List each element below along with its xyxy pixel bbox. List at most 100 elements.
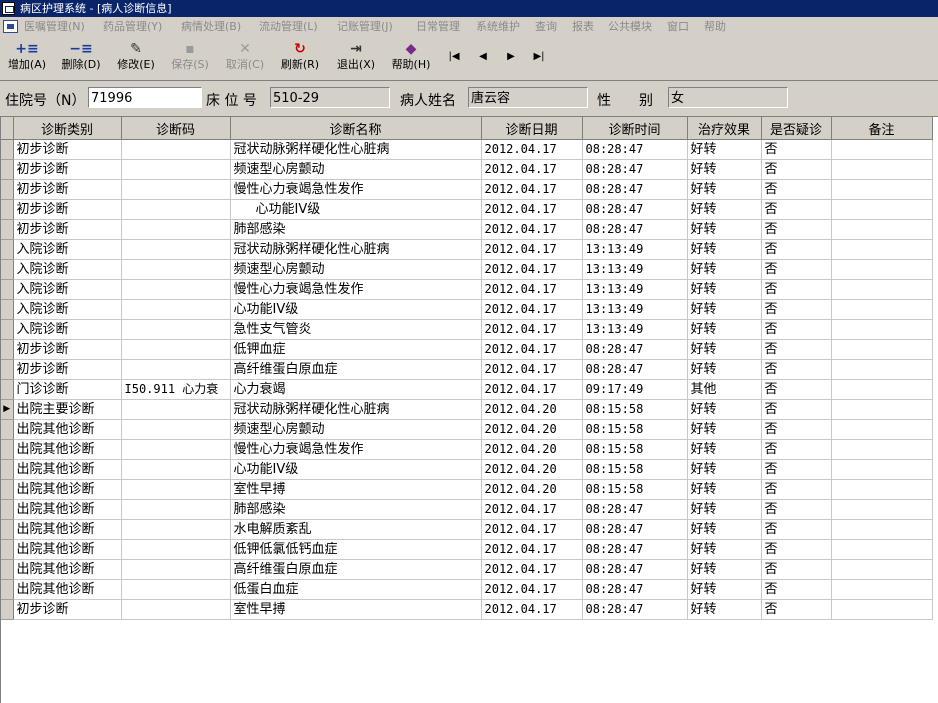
table-cell[interactable]: 初步诊断 [13,179,122,200]
table-cell[interactable] [121,279,231,300]
table-cell[interactable]: 出院其他诊断 [13,499,122,520]
menu-query[interactable]: 查询 [535,18,557,35]
table-cell[interactable]: 好转 [687,499,762,520]
save-button[interactable]: ▪ 保存(S) [165,40,215,76]
row-indicator[interactable] [1,599,14,620]
table-cell[interactable]: 频速型心房颤动 [230,419,482,440]
table-cell[interactable] [831,299,933,320]
table-cell[interactable]: 否 [761,439,832,460]
table-cell[interactable]: 低蛋白血症 [230,579,482,600]
table-cell[interactable] [121,399,231,420]
table-row[interactable]: 初步诊断 冠状动脉粥样硬化性心脏病 2012.04.17 08:28:47 好转否 [1,139,933,160]
table-cell[interactable]: 否 [761,139,832,160]
table-cell[interactable]: 否 [761,519,832,540]
row-indicator[interactable] [1,339,14,360]
row-indicator[interactable] [1,239,14,260]
menu-public-module[interactable]: 公共模块 [608,18,652,35]
table-cell[interactable]: 08:15:58 [582,439,688,460]
row-indicator[interactable] [1,259,14,280]
table-cell[interactable]: 好转 [687,259,762,280]
table-cell[interactable]: 好转 [687,299,762,320]
table-cell[interactable]: 好转 [687,239,762,260]
help-button[interactable]: ◆ 帮助(H) [386,40,436,76]
table-row[interactable]: ▶ 出院主要诊断 冠状动脉粥样硬化性心脏病 2012.04.20 08:15:58 好转否 [1,399,933,420]
table-cell[interactable]: 高纤维蛋白原血症 [230,359,482,380]
table-cell[interactable]: 好转 [687,559,762,580]
table-cell[interactable] [121,499,231,520]
table-row[interactable]: 入院诊断 急性支气管炎 2012.04.17 13:13:49 好转否 [1,319,933,340]
table-cell[interactable]: 否 [761,319,832,340]
menu-system-maintenance[interactable]: 系统维护 [476,18,520,35]
table-cell[interactable] [121,259,231,280]
row-indicator[interactable] [1,219,14,240]
table-cell[interactable]: 否 [761,559,832,580]
table-cell[interactable] [121,539,231,560]
table-cell[interactable]: 否 [761,279,832,300]
table-cell[interactable]: 否 [761,299,832,320]
row-indicator[interactable] [1,359,14,380]
table-cell[interactable]: 好转 [687,519,762,540]
table-row[interactable]: 初步诊断 低钾血症 2012.04.17 08:28:47 好转否 [1,339,933,360]
table-row[interactable]: 初步诊断 频速型心房颤动 2012.04.17 08:28:47 好转否 [1,159,933,180]
table-cell[interactable] [831,159,933,180]
previous-record-icon[interactable]: ◀ [475,49,491,65]
table-cell[interactable] [831,419,933,440]
table-row[interactable]: 初步诊断 室性早搏 2012.04.17 08:28:47 好转否 [1,599,933,620]
table-cell[interactable]: 2012.04.17 [481,319,583,340]
table-row[interactable]: 出院其他诊断 低蛋白血症 2012.04.17 08:28:47 好转否 [1,579,933,600]
table-cell[interactable]: 出院其他诊断 [13,519,122,540]
table-cell[interactable]: 初步诊断 [13,359,122,380]
table-cell[interactable] [121,199,231,220]
table-cell[interactable]: 好转 [687,539,762,560]
table-cell[interactable]: 好转 [687,439,762,460]
table-cell[interactable]: 慢性心力衰竭急性发作 [230,179,482,200]
table-cell[interactable]: 2012.04.17 [481,379,583,400]
table-cell[interactable]: 08:28:47 [582,599,688,620]
table-row[interactable]: 入院诊断 冠状动脉粥样硬化性心脏病 2012.04.17 13:13:49 好转否 [1,239,933,260]
table-cell[interactable] [831,219,933,240]
table-cell[interactable]: 2012.04.17 [481,159,583,180]
table-cell[interactable]: 频速型心房颤动 [230,259,482,280]
column-header[interactable]: 诊断码 [121,117,231,140]
row-indicator[interactable] [1,319,14,340]
table-cell[interactable] [831,599,933,620]
table-cell[interactable]: 否 [761,399,832,420]
row-indicator[interactable] [1,519,14,540]
table-cell[interactable]: 冠状动脉粥样硬化性心脏病 [230,239,482,260]
first-record-icon[interactable]: |◀ [446,49,462,65]
table-row[interactable]: 初步诊断 心功能IV级 2012.04.17 08:28:47 好转否 [1,199,933,220]
row-indicator[interactable] [1,139,14,160]
row-indicator[interactable] [1,279,14,300]
table-cell[interactable]: 08:28:47 [582,499,688,520]
row-indicator[interactable] [1,419,14,440]
table-cell[interactable]: 好转 [687,319,762,340]
table-cell[interactable]: 入院诊断 [13,259,122,280]
table-cell[interactable]: 13:13:49 [582,259,688,280]
row-indicator[interactable] [1,299,14,320]
table-cell[interactable] [831,539,933,560]
table-cell[interactable]: 否 [761,379,832,400]
table-cell[interactable]: 08:28:47 [582,339,688,360]
table-row[interactable]: 初步诊断 肺部感染 2012.04.17 08:28:47 好转否 [1,219,933,240]
table-cell[interactable]: 慢性心力衰竭急性发作 [230,279,482,300]
table-cell[interactable]: 否 [761,479,832,500]
table-cell[interactable]: 低钾低氯低钙血症 [230,539,482,560]
delete-button[interactable]: −≡ 删除(D) [56,40,106,76]
menu-condition-handling[interactable]: 病情处理(B) [181,18,241,35]
table-cell[interactable] [831,199,933,220]
table-cell[interactable]: 初步诊断 [13,339,122,360]
table-cell[interactable]: 入院诊断 [13,239,122,260]
table-cell[interactable]: 2012.04.17 [481,519,583,540]
table-cell[interactable]: 冠状动脉粥样硬化性心脏病 [230,399,482,420]
table-cell[interactable] [831,139,933,160]
table-cell[interactable]: 2012.04.17 [481,239,583,260]
table-cell[interactable]: 否 [761,219,832,240]
table-cell[interactable]: 2012.04.17 [481,599,583,620]
table-cell[interactable] [121,359,231,380]
table-cell[interactable] [831,379,933,400]
table-cell[interactable]: 否 [761,419,832,440]
column-header[interactable]: 诊断类别 [13,117,122,140]
table-cell[interactable]: 08:15:58 [582,479,688,500]
table-cell[interactable]: 出院其他诊断 [13,459,122,480]
row-indicator[interactable] [1,579,14,600]
